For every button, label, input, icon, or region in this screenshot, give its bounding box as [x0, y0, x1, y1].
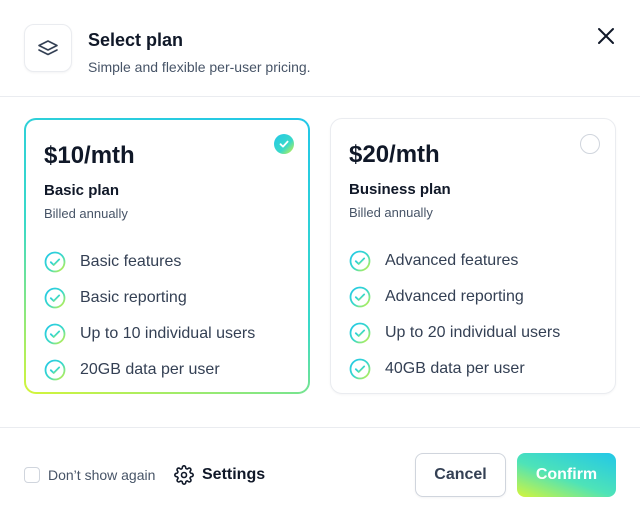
plan-card-business[interactable]: $20/mth Business plan Billed annually Ad… [330, 118, 616, 394]
plan-card-basic[interactable]: $10/mth Basic plan Billed annually Basic… [24, 118, 310, 394]
dont-show-again-label[interactable]: Don’t show again [48, 466, 155, 484]
confirm-button[interactable]: Confirm [517, 453, 616, 497]
cancel-button[interactable]: Cancel [415, 453, 506, 497]
plan-name: Business plan [349, 181, 451, 198]
feature-list: Basic features Basic reporting Up to 10 … [44, 244, 255, 388]
feature-item: Basic features [44, 244, 255, 280]
feature-label: Advanced reporting [385, 288, 524, 305]
dont-show-again-checkbox[interactable] [24, 467, 40, 483]
close-icon [598, 28, 614, 44]
feature-list: Advanced features Advanced reporting Up … [349, 243, 560, 387]
feature-item: 20GB data per user [44, 352, 255, 388]
modal-header: Select plan Simple and flexible per-user… [0, 0, 640, 97]
feature-label: Advanced features [385, 252, 519, 269]
check-circle-icon [44, 251, 66, 273]
feature-item: Advanced reporting [349, 279, 560, 315]
plan-price: $10/mth [44, 142, 135, 169]
feature-label: Up to 10 individual users [80, 325, 256, 342]
settings-label: Settings [202, 466, 266, 483]
modal-subtitle: Simple and flexible per-user pricing. [88, 59, 311, 75]
feature-label: 40GB data per user [385, 360, 525, 377]
plan-radio-unselected[interactable] [580, 134, 600, 154]
settings-button[interactable]: Settings [174, 462, 265, 488]
plan-billing: Billed annually [349, 205, 433, 220]
plan-price: $20/mth [349, 141, 440, 168]
check-circle-icon [44, 323, 66, 345]
close-button[interactable] [592, 22, 620, 50]
layers-icon [24, 24, 72, 72]
feature-label: Basic features [80, 253, 182, 270]
feature-label: Up to 20 individual users [385, 324, 561, 341]
check-icon [279, 140, 289, 148]
feature-label: Basic reporting [80, 289, 187, 306]
plan-billing: Billed annually [44, 206, 128, 221]
feature-item: 40GB data per user [349, 351, 560, 387]
feature-item: Up to 10 individual users [44, 316, 255, 352]
check-circle-icon [349, 322, 371, 344]
check-circle-icon [349, 250, 371, 272]
plan-name: Basic plan [44, 182, 120, 199]
gear-icon [174, 465, 194, 485]
feature-item: Up to 20 individual users [349, 315, 560, 351]
modal-footer: Don’t show again Settings Cancel Confirm [0, 427, 640, 520]
modal-title: Select plan [88, 30, 184, 50]
plan-radio-selected[interactable] [274, 134, 294, 154]
check-circle-icon [349, 358, 371, 380]
check-circle-icon [349, 286, 371, 308]
check-circle-icon [44, 287, 66, 309]
feature-label: 20GB data per user [80, 361, 220, 378]
feature-item: Basic reporting [44, 280, 255, 316]
check-circle-icon [44, 359, 66, 381]
feature-item: Advanced features [349, 243, 560, 279]
